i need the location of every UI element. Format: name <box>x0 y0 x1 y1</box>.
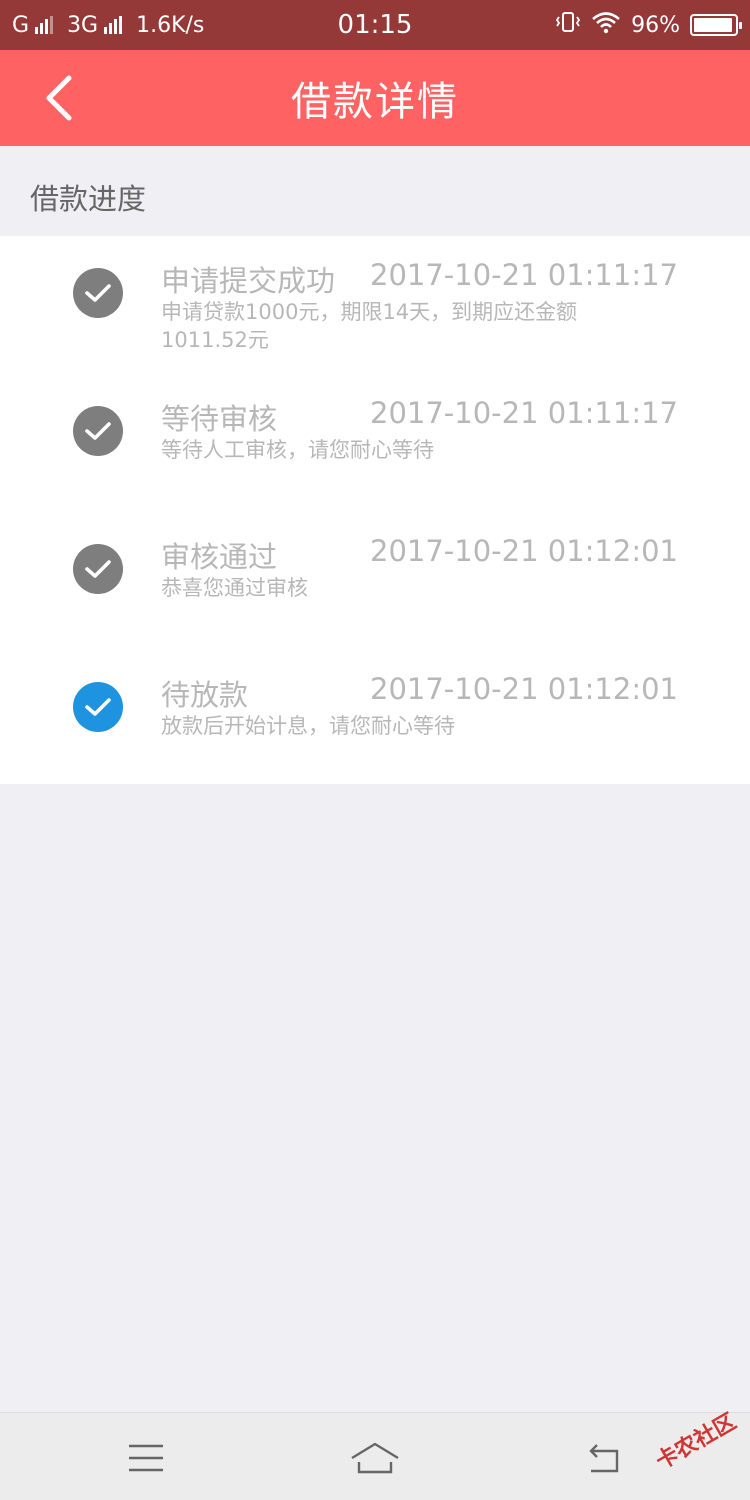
timeline-step: 等待审核 2017-10-21 01:11:17 等待人工审核，请您耐心等待 <box>0 374 750 504</box>
timeline-step: 申请提交成功 2017-10-21 01:11:17 申请贷款1000元，期限1… <box>0 236 750 366</box>
step-description: 恭喜您通过审核 <box>161 576 308 600</box>
step-time: 2017-10-21 01:11:17 <box>370 258 678 292</box>
check-circle-icon <box>73 406 123 456</box>
battery-percent: 96% <box>631 12 680 38</box>
nav-header: 借款详情 <box>0 50 750 146</box>
step-time: 2017-10-21 01:12:01 <box>370 672 678 706</box>
vibrate-icon <box>555 10 581 40</box>
step-time: 2017-10-21 01:12:01 <box>370 534 678 568</box>
battery-icon <box>690 14 742 36</box>
watermark-text: 卡农社区 <box>651 1409 741 1475</box>
page-title: 借款详情 <box>291 79 459 125</box>
step-title: 等待审核 <box>161 402 278 436</box>
step-title: 申请提交成功 <box>161 264 336 298</box>
section-title: 借款进度 <box>30 182 147 216</box>
status-bar: G 3G 1.6K/s 01:15 96% <box>0 0 750 50</box>
battery-level <box>694 18 733 32</box>
home-icon <box>351 1442 399 1474</box>
menu-button[interactable] <box>111 1423 181 1493</box>
system-nav-bar <box>0 1412 750 1500</box>
check-circle-icon <box>73 682 123 732</box>
status-bar-right: 96% <box>555 0 742 50</box>
menu-icon <box>129 1444 163 1472</box>
check-circle-icon <box>73 544 123 594</box>
return-button[interactable] <box>568 1423 638 1493</box>
timeline-step: 审核通过 2017-10-21 01:12:01 恭喜您通过审核 <box>0 512 750 642</box>
check-circle-icon <box>73 268 123 318</box>
step-title: 待放款 <box>161 678 249 712</box>
timeline-step: 待放款 2017-10-21 01:12:01 放款后开始计息，请您耐心等待 <box>0 650 750 780</box>
home-button[interactable] <box>340 1423 410 1493</box>
step-description: 等待人工审核，请您耐心等待 <box>161 438 434 462</box>
step-time: 2017-10-21 01:11:17 <box>370 396 678 430</box>
step-title: 审核通过 <box>161 540 278 574</box>
step-description: 放款后开始计息，请您耐心等待 <box>161 714 455 738</box>
return-icon <box>589 1444 619 1473</box>
loan-progress-timeline: 申请提交成功 2017-10-21 01:11:17 申请贷款1000元，期限1… <box>0 236 750 784</box>
step-description: 申请贷款1000元，期限14天，到期应还金额1011.52元 <box>161 300 578 352</box>
wifi-icon <box>591 10 621 40</box>
